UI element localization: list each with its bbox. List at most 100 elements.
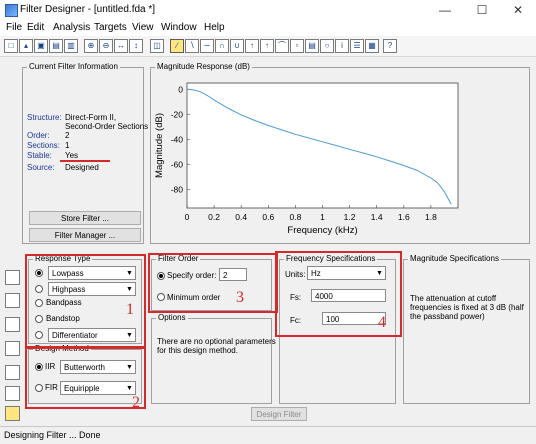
phase-delay-icon[interactable]: ∪: [230, 39, 244, 53]
annotation-number-4: 4: [378, 314, 386, 331]
source-label: Source:: [27, 163, 55, 172]
status-text: Designing Filter ... Done: [4, 430, 101, 440]
mag-spec-text-1: The attenuation at cutoff: [410, 294, 497, 303]
menu-targets[interactable]: Targets: [94, 22, 127, 33]
full-view-icon[interactable]: ◫: [150, 39, 164, 53]
annotation-number-2: 2: [132, 394, 140, 411]
magnitude-spec-title: Magnitude Specifications: [408, 254, 501, 263]
y-tick-label: 0: [178, 84, 183, 94]
filter-manager-button[interactable]: Filter Manager ...: [29, 228, 141, 242]
grid-icon[interactable]: ▦: [365, 39, 379, 53]
save-icon[interactable]: ▣: [34, 39, 48, 53]
structure-value: Direct-Form II,: [65, 113, 117, 122]
y-tick-label: -60: [171, 159, 184, 169]
realize-model-icon[interactable]: [5, 317, 20, 332]
whats-this-icon[interactable]: ?: [383, 39, 397, 53]
options-title: Options: [156, 313, 188, 322]
round-off-noise-icon[interactable]: ○: [320, 39, 334, 53]
mag-spec-text-3: the passband power): [410, 312, 485, 321]
stable-value: Yes: [65, 151, 79, 160]
stable-underline: [60, 160, 110, 162]
x-axis-label: Frequency (kHz): [287, 225, 357, 236]
magnitude-response-icon[interactable]: ∕: [170, 39, 184, 53]
order-value: 2: [65, 131, 70, 140]
close-icon[interactable]: ✕: [500, 0, 536, 20]
plot-area: [186, 82, 459, 209]
group-delay-icon[interactable]: ∩: [215, 39, 229, 53]
magnitude-chart: 0 0.2 0.4 0.6 0.8 1 1.2 1.4 1.6 1.8 0 -20 -40 -60 -80 F…: [154, 82, 459, 236]
zoom-x-icon[interactable]: ↔: [114, 39, 128, 53]
x-tick-label: 1: [320, 212, 325, 222]
impulse-response-icon[interactable]: ↑: [245, 39, 259, 53]
menu-edit[interactable]: Edit: [27, 22, 44, 33]
options-panel: Options: [151, 313, 272, 404]
x-tick-label: 0: [185, 212, 190, 222]
x-tick-label: 1.6: [398, 212, 410, 222]
window-title: Filter Designer - [untitled.fda *]: [20, 4, 156, 15]
zoom-out-icon[interactable]: ⊖: [99, 39, 113, 53]
print-preview-icon[interactable]: ▥: [64, 39, 78, 53]
current-filter-title: Current Filter Information: [27, 62, 120, 71]
menu-analysis[interactable]: Analysis: [53, 22, 90, 33]
zoom-y-icon[interactable]: ↕: [129, 39, 143, 53]
mag-phase-icon[interactable]: ∼: [200, 39, 214, 53]
filter-info-icon[interactable]: ▤: [305, 39, 319, 53]
maximize-icon[interactable]: ☐: [464, 0, 500, 20]
x-tick-label: 1.4: [371, 212, 383, 222]
store-filter-button[interactable]: Store Filter ...: [29, 211, 141, 225]
structure-label: Structure:: [27, 113, 62, 122]
info-icon[interactable]: i: [335, 39, 349, 53]
toolbar: □ ▴ ▣ ▤ ▥ ⊕ ⊖ ↔ ↕ ◫ ∕ ∖ ∼ ∩ ∪ ↑ ↑ ⌒ ▫ ▤ …: [0, 36, 536, 57]
step-response-icon[interactable]: ↑: [260, 39, 274, 53]
quantization-icon[interactable]: [5, 386, 20, 401]
x-tick-label: 1.8: [425, 212, 437, 222]
annotation-box-3: [148, 253, 278, 313]
menu-help[interactable]: Help: [204, 22, 225, 33]
title-bar: Filter Designer - [untitled.fda *] — ☐ ✕: [0, 0, 536, 20]
stable-label: Stable:: [27, 151, 52, 160]
structure-value-2: Second-Order Sections: [65, 122, 149, 131]
minimize-icon[interactable]: —: [427, 0, 463, 20]
zoom-in-icon[interactable]: ⊕: [84, 39, 98, 53]
open-icon[interactable]: ▴: [19, 39, 33, 53]
status-bar: Designing Filter ... Done: [0, 426, 536, 444]
mag-spec-text-2: frequencies is fixed at 3 dB (half: [410, 303, 524, 312]
pole-zero-editor-icon[interactable]: [5, 270, 20, 285]
design-filter-button[interactable]: Design Filter: [251, 407, 307, 421]
y-tick-label: -80: [171, 184, 184, 194]
magnitude-response-title: Magnitude Response (dB): [155, 62, 252, 71]
transform-filter-icon[interactable]: [5, 293, 20, 308]
source-value: Designed: [65, 163, 99, 172]
import-filter-icon[interactable]: [5, 341, 20, 356]
menu-bar: File Edit Analysis Targets View Window H…: [0, 20, 536, 36]
order-label: Order:: [27, 131, 50, 140]
design-filter-mode-icon[interactable]: [5, 406, 20, 421]
x-tick-label: 1.2: [344, 212, 356, 222]
app-icon: [5, 4, 18, 17]
annotation-number-1: 1: [126, 301, 134, 318]
phase-response-icon[interactable]: ∖: [185, 39, 199, 53]
sections-value: 1: [65, 141, 70, 150]
y-tick-label: -20: [171, 109, 184, 119]
coefficients-icon[interactable]: ▫: [290, 39, 304, 53]
multirate-icon[interactable]: [5, 365, 20, 380]
x-tick-label: 0.4: [235, 212, 247, 222]
new-icon[interactable]: □: [4, 39, 18, 53]
menu-view[interactable]: View: [132, 22, 154, 33]
x-tick-label: 0.6: [262, 212, 274, 222]
menu-window[interactable]: Window: [161, 22, 197, 33]
annotation-number-3: 3: [236, 289, 244, 306]
legend-icon[interactable]: ☰: [350, 39, 364, 53]
magnitude-spec-panel: Magnitude Specifications: [403, 254, 530, 404]
options-text-2: for this design method.: [157, 346, 238, 355]
y-tick-label: -40: [171, 134, 184, 144]
annotation-box-2: [25, 346, 146, 409]
x-tick-label: 0.2: [208, 212, 220, 222]
print-icon[interactable]: ▤: [49, 39, 63, 53]
sections-label: Sections:: [27, 141, 60, 150]
x-tick-label: 0.8: [289, 212, 301, 222]
pole-zero-icon[interactable]: ⌒: [275, 39, 289, 53]
y-axis-label: Magnitude (dB): [154, 113, 165, 178]
menu-file[interactable]: File: [6, 22, 22, 33]
options-text-1: There are no optional parameters: [157, 337, 276, 346]
